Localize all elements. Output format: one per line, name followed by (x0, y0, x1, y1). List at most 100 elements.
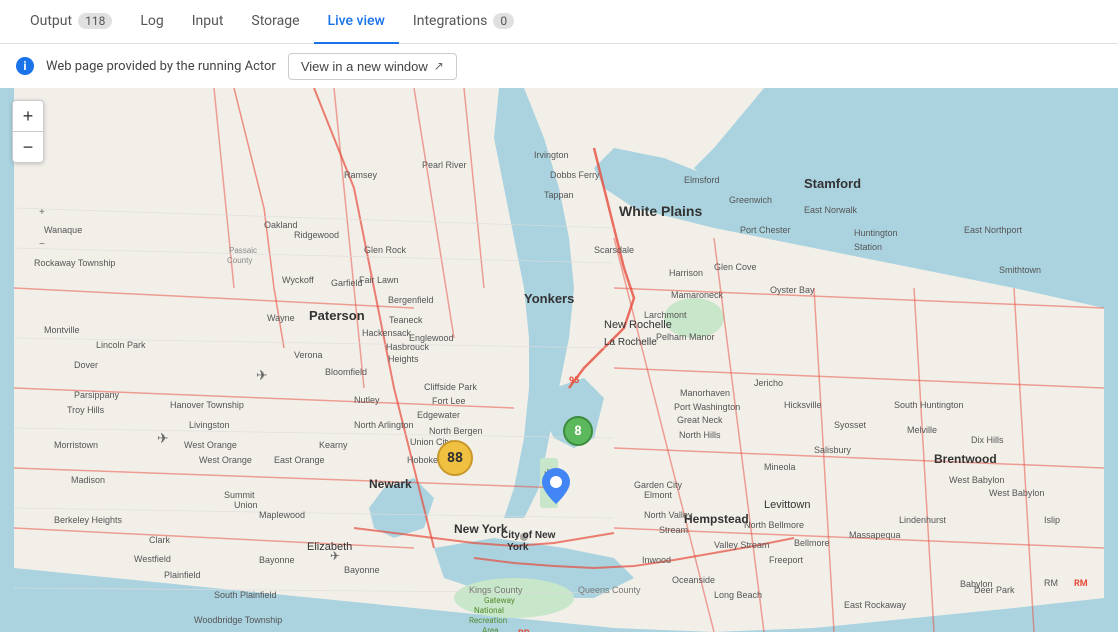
svg-text:Glen Rock: Glen Rock (364, 245, 407, 255)
svg-text:Westfield: Westfield (134, 554, 171, 564)
yellow-cluster-marker[interactable]: 88 (437, 440, 473, 476)
svg-text:Smithtown: Smithtown (999, 265, 1041, 275)
tab-live-view[interactable]: Live view (314, 0, 399, 44)
svg-text:Morristown: Morristown (54, 440, 98, 450)
tab-integrations[interactable]: Integrations 0 (399, 0, 528, 44)
tab-integrations-label: Integrations (413, 13, 487, 29)
svg-text:Scarsdale: Scarsdale (594, 245, 634, 255)
svg-text:Montville: Montville (44, 325, 80, 335)
svg-text:Union: Union (234, 500, 258, 510)
svg-text:Tappan: Tappan (544, 190, 574, 200)
svg-text:North Valley: North Valley (644, 510, 693, 520)
svg-text:Great Neck: Great Neck (677, 415, 723, 425)
info-icon: i (16, 57, 34, 75)
svg-text:Long Beach: Long Beach (714, 590, 762, 600)
svg-text:✈: ✈ (157, 431, 169, 447)
tab-output-label: Output (30, 13, 72, 29)
svg-text:✈: ✈ (330, 549, 340, 563)
map-container[interactable]: Gateway National Recreation Area 95 BP M… (0, 88, 1118, 632)
svg-text:York: York (507, 542, 529, 553)
svg-text:Port Washington: Port Washington (674, 402, 740, 412)
svg-text:Kearny: Kearny (319, 440, 348, 450)
zoom-in-button[interactable]: + (13, 101, 43, 131)
svg-text:Madison: Madison (71, 475, 105, 485)
svg-text:Bergenfield: Bergenfield (388, 295, 434, 305)
svg-text:Hempstead: Hempstead (684, 512, 749, 526)
svg-text:Station: Station (854, 242, 882, 252)
view-button-label: View in a new window (301, 59, 428, 74)
svg-text:Jericho: Jericho (754, 378, 783, 388)
svg-text:North Hills: North Hills (679, 430, 721, 440)
svg-text:Oceanside: Oceanside (672, 575, 715, 585)
svg-text:Dover: Dover (74, 360, 98, 370)
svg-text:Berkeley Heights: Berkeley Heights (54, 515, 123, 525)
svg-text:White Plains: White Plains (619, 203, 702, 219)
svg-text:Kings County: Kings County (469, 585, 523, 595)
svg-text:Paterson: Paterson (309, 308, 365, 323)
svg-text:North Bergen: North Bergen (429, 426, 483, 436)
svg-text:West Babylon: West Babylon (949, 475, 1004, 485)
svg-text:County: County (227, 256, 252, 265)
zoom-out-button[interactable]: − (13, 132, 43, 162)
svg-text:South Huntington: South Huntington (894, 400, 964, 410)
green-cluster-marker[interactable]: 8 (563, 416, 593, 446)
svg-text:Gateway: Gateway (484, 596, 515, 605)
svg-text:East Rockaway: East Rockaway (844, 600, 907, 610)
svg-text:Summit: Summit (224, 490, 255, 500)
svg-text:East Orange: East Orange (274, 455, 325, 465)
svg-text:Massapequa: Massapequa (849, 530, 901, 540)
tab-log[interactable]: Log (126, 0, 177, 44)
tab-storage[interactable]: Storage (237, 0, 313, 44)
tab-output-badge: 118 (78, 13, 112, 29)
svg-text:Area: Area (482, 626, 498, 632)
svg-text:Newark: Newark (369, 477, 412, 491)
svg-text:Cliffside Park: Cliffside Park (424, 382, 477, 392)
svg-text:Bloomfield: Bloomfield (325, 367, 367, 377)
svg-text:Levittown: Levittown (764, 499, 810, 511)
map-svg: Gateway National Recreation Area 95 BP M… (0, 88, 1118, 632)
svg-text:Elmont: Elmont (644, 490, 673, 500)
tab-bar: Output 118 Log Input Storage Live view I… (0, 0, 1118, 44)
svg-text:95: 95 (569, 376, 579, 386)
svg-text:Salisbury: Salisbury (814, 445, 852, 455)
svg-text:Lincoln Park: Lincoln Park (96, 340, 146, 350)
svg-text:Stamford: Stamford (804, 176, 861, 191)
svg-text:Hasbrouck: Hasbrouck (386, 342, 430, 352)
svg-text:Garden City: Garden City (634, 480, 683, 490)
svg-text:Elmsford: Elmsford (684, 175, 720, 185)
svg-text:Parsippany: Parsippany (74, 390, 120, 400)
zoom-controls: + − (12, 100, 44, 163)
svg-text:West Orange: West Orange (199, 455, 252, 465)
svg-text:Teaneck: Teaneck (389, 315, 423, 325)
svg-text:Oakland: Oakland (264, 220, 298, 230)
svg-text:La Rochelle: La Rochelle (604, 337, 657, 348)
svg-text:Pelham Manor: Pelham Manor (656, 332, 715, 342)
svg-text:Harrison: Harrison (669, 268, 703, 278)
svg-text:Stream: Stream (659, 525, 688, 535)
svg-text:Larchmont: Larchmont (644, 310, 687, 320)
svg-text:Heights: Heights (388, 354, 419, 364)
svg-text:Englewood: Englewood (409, 333, 454, 343)
svg-text:−: − (39, 239, 45, 250)
svg-text:Wayne: Wayne (267, 313, 295, 323)
svg-text:West Babylon: West Babylon (989, 488, 1044, 498)
svg-text:Fort Lee: Fort Lee (432, 396, 466, 406)
svg-text:Verona: Verona (294, 350, 323, 360)
svg-text:Pearl River: Pearl River (422, 160, 467, 170)
pin-icon (542, 468, 570, 504)
svg-text:+: + (39, 207, 45, 218)
view-in-new-window-button[interactable]: View in a new window ↗ (288, 53, 457, 80)
blue-pin-marker[interactable] (542, 468, 570, 508)
svg-text:Dix Hills: Dix Hills (971, 435, 1004, 445)
svg-text:Passaic: Passaic (229, 246, 257, 255)
svg-text:Troy Hills: Troy Hills (67, 405, 105, 415)
svg-text:New York: New York (454, 522, 508, 536)
svg-text:Yonkers: Yonkers (524, 291, 574, 306)
tab-output[interactable]: Output 118 (16, 0, 126, 44)
svg-text:Lindenhurst: Lindenhurst (899, 515, 947, 525)
yellow-cluster-label: 88 (447, 450, 463, 466)
svg-text:RM: RM (1074, 579, 1088, 589)
svg-text:East Norwalk: East Norwalk (804, 205, 858, 215)
svg-text:Woodbridge Township: Woodbridge Township (194, 615, 282, 625)
tab-input[interactable]: Input (178, 0, 238, 44)
